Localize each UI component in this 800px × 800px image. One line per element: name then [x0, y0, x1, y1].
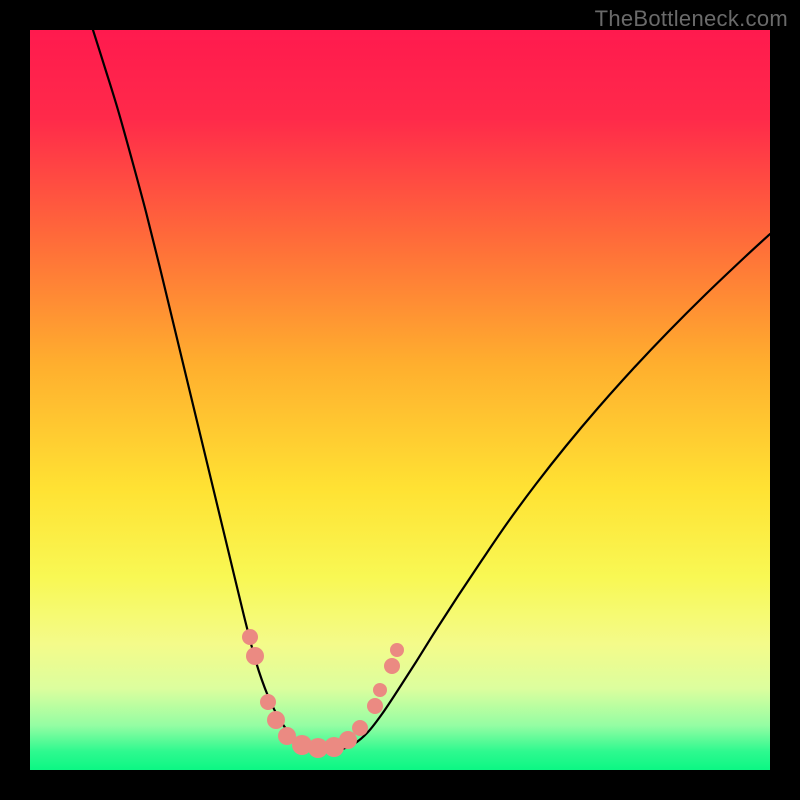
data-marker — [339, 731, 357, 749]
data-marker — [260, 694, 276, 710]
watermark-text: TheBottleneck.com — [595, 6, 788, 32]
data-marker — [267, 711, 285, 729]
data-marker — [373, 683, 387, 697]
data-marker — [367, 698, 383, 714]
data-marker — [242, 629, 258, 645]
chart-curves — [30, 30, 770, 770]
series-left-curve — [93, 30, 316, 750]
chart-frame — [30, 30, 770, 770]
data-marker — [384, 658, 400, 674]
series-right-curve — [340, 234, 770, 750]
data-marker — [352, 720, 368, 736]
data-marker — [390, 643, 404, 657]
data-marker — [246, 647, 264, 665]
